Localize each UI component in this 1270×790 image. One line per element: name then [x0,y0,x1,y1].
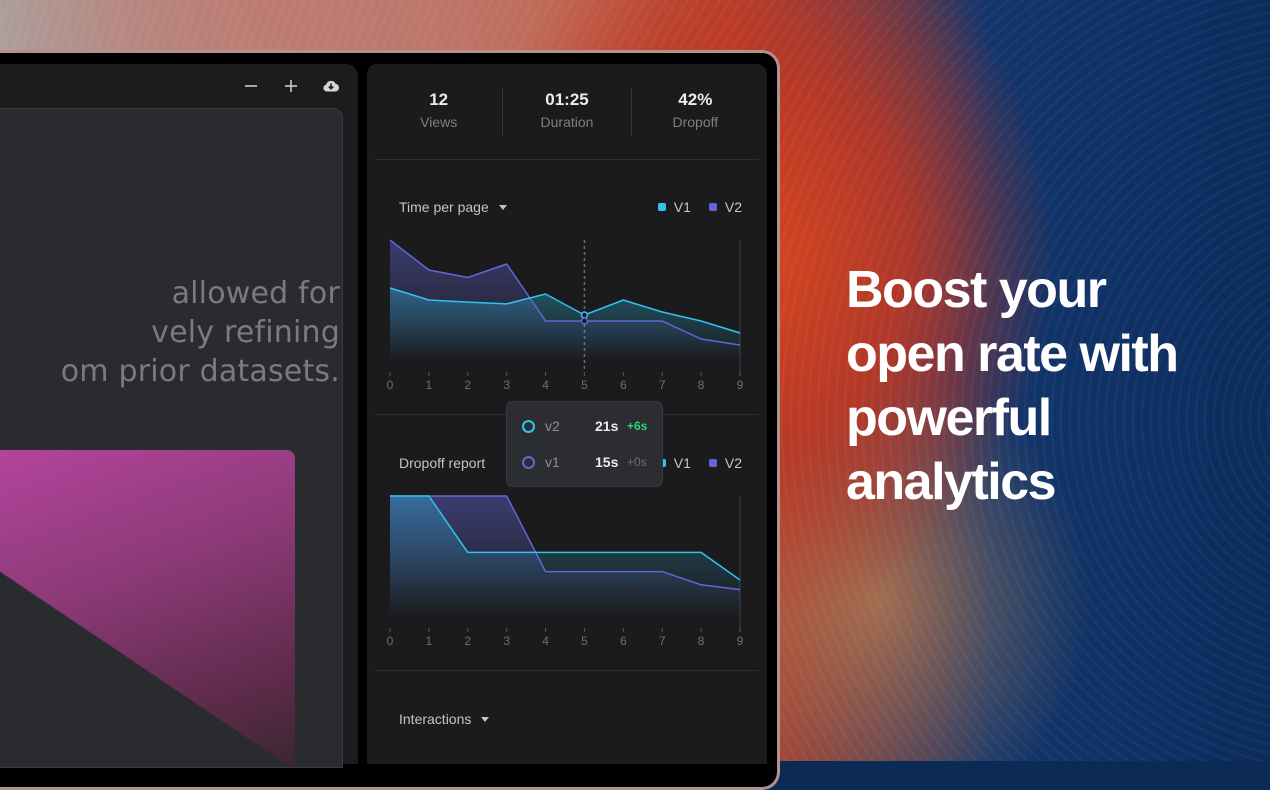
tooltip-value: 15s [595,454,619,470]
x-tick-label: 4 [542,634,549,648]
headline: Boost your open rate with powerful analy… [846,258,1246,514]
headline-line: powerful [846,389,1052,447]
tooltip-row: v1 15s +0s [522,452,648,472]
x-tick-label: 6 [620,634,627,648]
download-button[interactable] [319,74,343,98]
x-tick-label: 2 [464,378,471,392]
hover-point-v1 [580,311,589,319]
legend-item-v2[interactable]: V2 [708,455,742,471]
tooltip-series-name: v2 [545,418,560,434]
stat-label: Dropoff [672,114,719,130]
section-title: Dropoff report [399,455,486,471]
canvas-text: allowed for vely refining om prior datas… [0,274,340,391]
tooltip-row: v2 21s +6s [522,416,648,436]
time-per-page-chart[interactable]: 0 1 2 3 4 5 6 7 8 9 [380,230,760,400]
legend-label: V2 [724,199,742,215]
divider [375,670,759,671]
stat-duration: 01:25 Duration [502,88,630,136]
zoom-in-button[interactable] [279,74,303,98]
x-tick-label: 0 [387,378,394,392]
cloud-download-icon [323,80,339,92]
canvas-text-line: om prior datasets. [60,354,340,389]
x-tick-label: 8 [698,634,705,648]
section-title: Interactions [399,711,472,727]
x-tick-label: 1 [426,378,433,392]
caret-down-icon [481,716,490,722]
legend-label: V2 [724,455,742,471]
stat-value: 12 [429,90,449,109]
stat-label: Duration [540,114,594,130]
dropoff-report-title: Dropoff report [399,455,485,471]
x-tick-label: 9 [737,634,744,648]
legend-item-v1[interactable]: V1 [657,199,691,215]
section-title: Time per page [399,199,489,215]
legend-swatch [708,203,717,211]
divider [375,159,759,160]
x-tick-label: 8 [698,378,705,392]
x-tick-label: 5 [581,378,588,392]
headline-line: analytics [846,453,1057,511]
minus-icon [245,85,257,87]
chart-legend: V1 V2 [648,199,742,215]
headline-line: Boost your [846,261,1107,319]
time-per-page-dropdown[interactable]: Time per page [399,199,507,215]
legend-swatch [657,203,666,211]
caret-down-icon [498,204,507,210]
stat-views: 12 Views [375,88,502,136]
tooltip-delta: +6s [627,419,648,433]
x-tick-label: 1 [426,634,433,648]
x-tick-label: 7 [659,634,666,648]
tooltip-value: 21s [595,418,619,434]
canvas-text-line: allowed for [171,276,340,311]
x-tick-label: 0 [387,634,394,648]
plus-icon [285,80,297,92]
stat-value: 01:25 [545,90,589,109]
stat-dropoff: 42% Dropoff [630,88,759,136]
canvas-card[interactable]: allowed for vely refining om prior datas… [0,108,343,768]
interactions-dropdown[interactable]: Interactions [399,711,490,727]
x-tick-label: 2 [464,634,471,648]
stat-value: 42% [678,90,713,109]
tooltip-delta: +0s [627,455,647,469]
canvas-image-block [0,450,295,767]
dropoff-report-chart[interactable]: 0 1 2 3 4 5 6 7 8 9 [380,486,760,656]
x-tick-label: 7 [659,378,666,392]
x-tick-label: 3 [503,634,510,648]
x-tick-label: 3 [503,378,510,392]
legend-label: V1 [673,199,691,215]
hover-point-v2 [580,317,589,325]
zoom-out-button[interactable] [239,74,263,98]
x-tick-label: 9 [737,378,744,392]
chart-tooltip: v2 21s +6s v1 15s +0s [506,401,663,487]
series-ring-icon [522,455,535,469]
x-tick-label: 6 [620,378,627,392]
headline-line: open rate with [846,325,1179,383]
legend-label: V1 [673,455,691,471]
tooltip-series-name: v1 [545,454,560,470]
canvas-text-line: vely refining [151,315,340,350]
x-tick-label: 4 [542,378,549,392]
stats-row: 12 Views 01:25 Duration 42% Dropoff [375,88,759,136]
x-tick-label: 5 [581,634,588,648]
stat-label: Views [420,114,458,130]
series-ring-icon [522,419,535,433]
legend-item-v2[interactable]: V2 [708,199,742,215]
legend-swatch [708,459,717,467]
